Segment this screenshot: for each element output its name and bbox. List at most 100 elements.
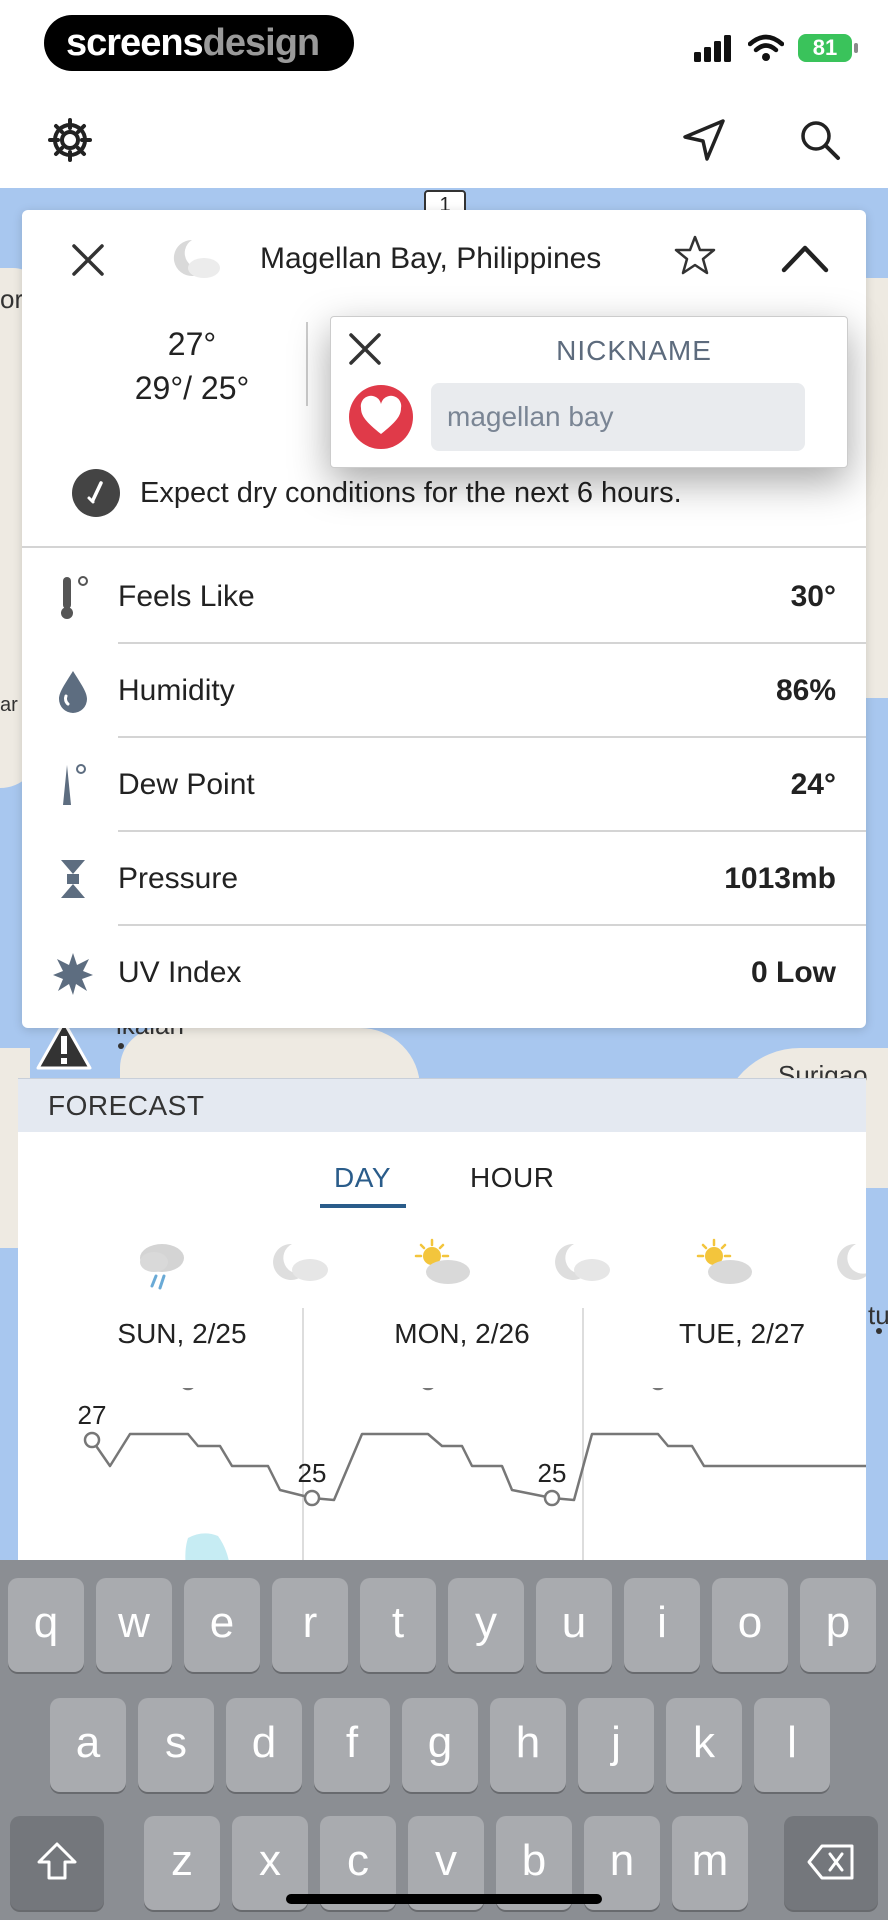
backspace-icon [807,1844,854,1880]
settings-gear-icon[interactable] [42,112,98,168]
close-icon[interactable] [68,240,108,280]
key-o[interactable]: o [712,1578,788,1672]
shift-arrow-icon [37,1842,77,1880]
temperature-point [182,1388,194,1391]
observation-row-feels-like: Feels Like 30° [22,550,866,644]
key-f[interactable]: f [314,1698,390,1792]
key-l[interactable]: l [754,1698,830,1792]
battery-indicator: 81 [798,34,858,62]
temperature-point-label: 27 [78,1400,107,1430]
observation-value: 86% [775,674,836,707]
observation-row-uv-index: UV Index 0 Low [22,926,866,1020]
key-g[interactable]: g [402,1698,478,1792]
pressure-icon [50,854,96,904]
temperature-chart: 272925292529 [78,1388,866,1568]
key-a[interactable]: a [50,1698,126,1792]
temperature-point-label: 25 [538,1458,567,1488]
current-temp: 27° [167,326,217,362]
on-screen-keyboard: qwertyuiopasdfghjklzxcvbnm [0,1560,888,1920]
moon-cloud-icon [273,1243,328,1281]
forecast-header-label: FORECAST [48,1090,205,1121]
favorite-star-icon[interactable] [674,234,716,276]
status-bar: screensdesign 81 [0,0,888,92]
key-k[interactable]: k [666,1698,742,1792]
forecast-day-label[interactable]: TUE, 2/27 [622,1318,862,1350]
observation-row-humidity: Humidity 86% [22,644,866,738]
backspace-key[interactable] [784,1816,878,1910]
map-label: ar [0,694,18,716]
key-t[interactable]: t [360,1578,436,1672]
signal-icon [694,35,731,62]
divider [306,322,308,406]
key-q[interactable]: q [8,1578,84,1672]
observation-label: Humidity [118,674,235,707]
map-label: tu [868,1300,888,1330]
key-i[interactable]: i [624,1578,700,1672]
temperature-point [543,1489,561,1507]
key-u[interactable]: u [536,1578,612,1672]
key-y[interactable]: y [448,1578,524,1672]
nickname-title: NICKNAME [556,335,712,366]
brand-logo: screensdesign [44,15,354,71]
rain-gauge-icon [72,469,120,517]
temperature-point [83,1431,101,1449]
tab-day[interactable]: DAY [334,1162,391,1194]
location-title: Magellan Bay, Philippines [260,242,602,275]
observation-label: Dew Point [118,768,255,801]
nickname-input[interactable] [431,383,805,451]
divider [22,546,866,548]
observation-label: Feels Like [118,580,255,613]
sun-burst-icon [50,948,96,998]
key-j[interactable]: j [578,1698,654,1792]
heart-icon[interactable] [349,385,413,449]
thermometer-icon [50,572,96,622]
map-label: or [0,284,24,314]
forecast-panel: DAY HOUR SUN, 2/25 MON, 2/26 TUE, 2/27 2… [18,1132,866,1568]
droplet-icon [50,666,96,716]
active-tab-indicator [320,1204,406,1208]
partly-sunny-icon [414,1238,470,1284]
wifi-icon [748,34,784,61]
temperature-point-label: 25 [298,1458,327,1488]
home-indicator [286,1894,602,1904]
observation-row-dew-point: Dew Point 24° [22,738,866,832]
shift-key[interactable] [10,1816,104,1910]
partly-sunny-icon [696,1238,752,1284]
moon-cloud-icon [555,1243,610,1281]
dew-point-icon [50,760,96,810]
key-e[interactable]: e [184,1578,260,1672]
key-p[interactable]: p [800,1578,876,1672]
current-temperatures: 27° 29°/ 25° [82,322,302,410]
tab-hour[interactable]: HOUR [470,1162,554,1194]
top-app-bar [0,92,888,188]
forecast-section-header: FORECAST [18,1078,866,1132]
key-d[interactable]: d [226,1698,302,1792]
forecast-day-label[interactable]: SUN, 2/25 [62,1318,302,1350]
temperature-point [422,1388,434,1391]
high-low-temp: 29°/ 25° [134,370,250,406]
key-z[interactable]: z [144,1816,220,1910]
nickname-popup: NICKNAME [330,316,848,468]
moon-cloud-icon [173,239,220,278]
temperature-points: 272925292529 [78,1388,664,1507]
outlook-text: Expect dry conditions for the next 6 hou… [140,476,682,509]
key-m[interactable]: m [672,1816,748,1910]
key-s[interactable]: s [138,1698,214,1792]
forecast-day-label[interactable]: MON, 2/26 [342,1318,582,1350]
temperature-line [90,1432,866,1502]
observation-label: Pressure [118,862,239,895]
card-header: Magellan Bay, Philippines [22,210,866,310]
observation-value: 30° [790,580,836,613]
observation-value: 24° [790,768,836,801]
observation-label: UV Index [118,956,242,989]
collapse-chevron-up-icon[interactable] [780,242,830,276]
temperature-point [652,1388,664,1391]
cloud-rain-icon [140,1244,184,1290]
key-w[interactable]: w [96,1578,172,1672]
location-arrow-icon[interactable] [676,112,732,168]
search-icon[interactable] [792,112,848,168]
key-h[interactable]: h [490,1698,566,1792]
key-r[interactable]: r [272,1578,348,1672]
moon-cloud-icon [837,1243,866,1280]
observation-value: 0 Low [750,956,836,989]
